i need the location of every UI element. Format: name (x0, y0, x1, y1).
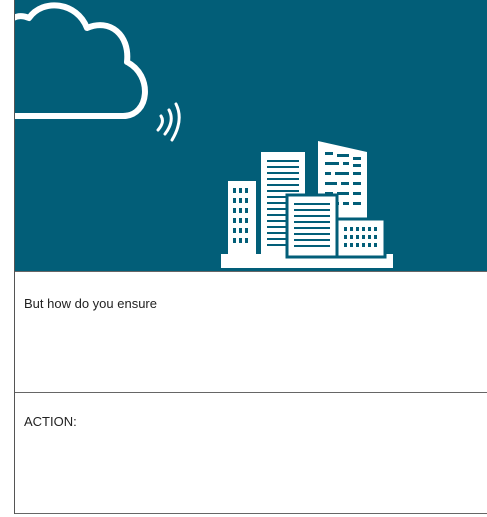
action-label: ACTION: (24, 414, 77, 429)
section-divider (15, 392, 487, 393)
hero-illustration (15, 0, 487, 271)
scenario-card: But how do you ensure ACTION: (14, 0, 487, 514)
section-divider (15, 271, 487, 272)
hero-svg (15, 0, 487, 271)
section-text: But how do you ensure (24, 296, 157, 311)
card-bottom-border (15, 513, 487, 514)
